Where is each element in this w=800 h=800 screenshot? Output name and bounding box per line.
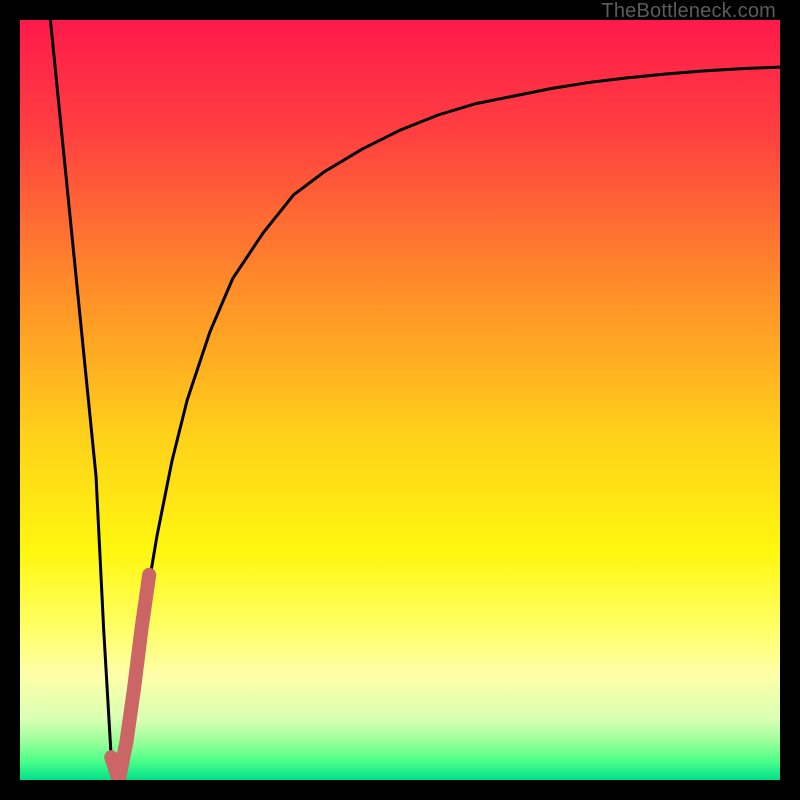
plot-area (20, 20, 780, 780)
highlight-segment (111, 575, 149, 780)
chart-frame: TheBottleneck.com (0, 0, 800, 800)
watermark-text: TheBottleneck.com (601, 0, 776, 23)
chart-lines (20, 20, 780, 780)
bottleneck-curve-line (50, 20, 780, 780)
